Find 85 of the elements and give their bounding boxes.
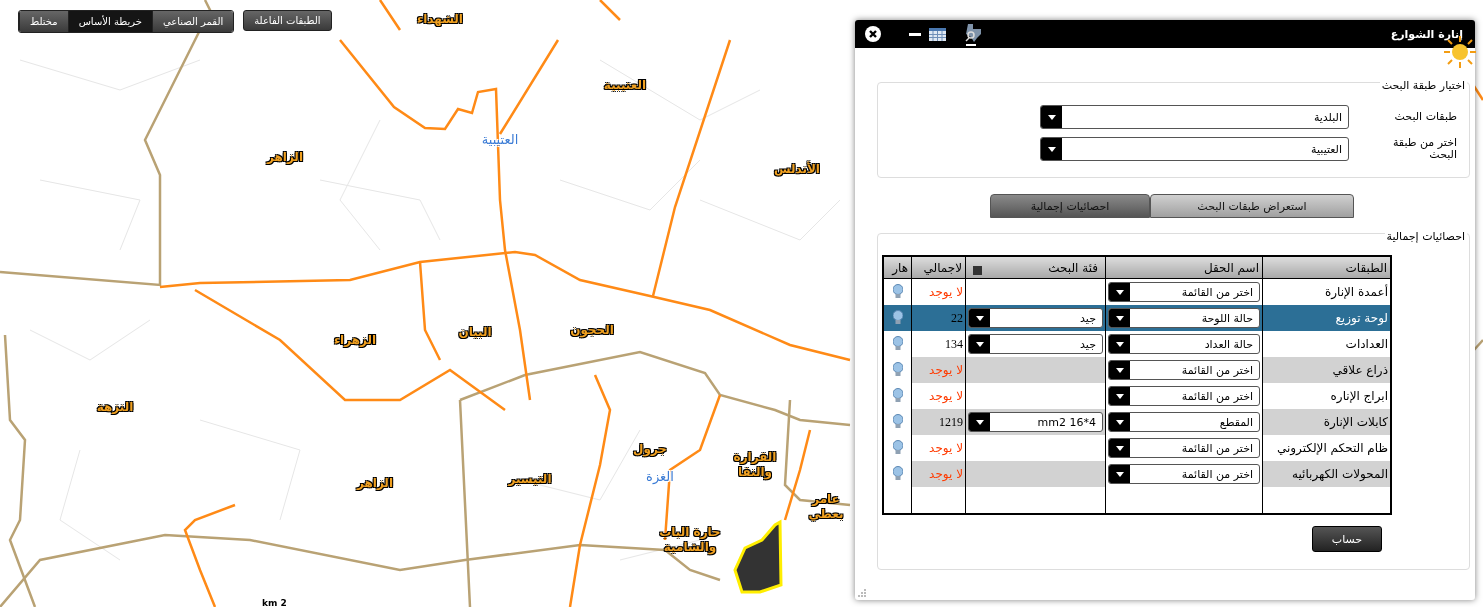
dropdown[interactable]: البلدية: [1040, 105, 1349, 129]
table-cell: المحولات الكهربائيه: [1292, 467, 1388, 481]
table-icon[interactable]: [929, 27, 946, 41]
light-bulb-icon[interactable]: [892, 465, 903, 480]
table-cell: لا يوجد: [929, 467, 963, 481]
light-bulb-icon[interactable]: [892, 283, 903, 298]
caret-icon[interactable]: [1047, 146, 1056, 152]
table-cell: كابلات الإنارة: [1323, 415, 1388, 429]
checkbox[interactable]: [973, 265, 982, 275]
light-bulb-icon[interactable]: [892, 309, 903, 324]
table-cell: لا يوجد: [929, 285, 963, 299]
caret-icon[interactable]: [1115, 445, 1124, 451]
table-cell: ذراع علاقي: [1332, 363, 1388, 377]
column-header: هار: [883, 256, 912, 279]
table-cell: لوحة توزيع: [1335, 311, 1388, 325]
table-cell: 22: [951, 310, 963, 325]
dropdown[interactable]: جيد: [968, 308, 1103, 328]
district-label: الزهراء: [332, 332, 378, 349]
table-cell: ظام التحكم الإلكتروني: [1276, 441, 1388, 455]
caret-icon[interactable]: [975, 341, 984, 347]
dropdown[interactable]: اختر من القائمة: [1108, 438, 1260, 458]
close-icon[interactable]: [865, 26, 881, 42]
dropdown[interactable]: اختر من القائمة: [1108, 386, 1260, 406]
field-label: اختر من طبقة البحث: [1391, 137, 1458, 161]
basemap-toggle[interactable]: خريطة الأساس: [67, 11, 152, 32]
group-legend: احصائيات إجمالية: [1384, 230, 1467, 243]
table-row[interactable]: ذراع علاقي اختر من القائمة لا يوجد: [883, 357, 1391, 383]
light-bulb-icon[interactable]: [892, 387, 903, 402]
district-label: القرارة والنقا: [732, 449, 778, 482]
column-header: اسم الحقل: [1105, 256, 1263, 279]
dropdown[interactable]: اختر من القائمة: [1108, 360, 1260, 380]
district-label: العتيبية: [602, 77, 648, 94]
district-label: جرول: [632, 441, 668, 459]
column-header: الطبقات: [1262, 256, 1391, 279]
column-header: فئة البحث: [1048, 260, 1098, 275]
field-label: طبقات البحث: [1393, 111, 1458, 123]
dropdown[interactable]: اختر من القائمة: [1108, 282, 1260, 302]
district-label: النزهة: [95, 399, 135, 416]
column-header: لاجمالي: [911, 256, 966, 279]
basemap-toggle[interactable]: مختلط: [19, 11, 68, 32]
table-cell: لا يوجد: [929, 441, 963, 455]
tab[interactable]: استعراض طبقات البحث: [1150, 194, 1354, 218]
table-cell: العدادات: [1345, 337, 1388, 351]
calculate-button[interactable]: حساب: [1312, 526, 1382, 552]
dropdown[interactable]: حالة اللوحة: [1108, 308, 1260, 328]
map-search-icon[interactable]: [964, 22, 982, 46]
table-row[interactable]: المحولات الكهربائيه اختر من القائمة لا يوجد: [883, 461, 1391, 487]
district-label: الشهداء: [416, 11, 464, 28]
district-label: الزاهر: [265, 149, 304, 166]
district-label: الحجون: [569, 322, 615, 340]
table-cell: لا يوجد: [929, 389, 963, 403]
district-label: التيسير: [507, 471, 553, 488]
dropdown[interactable]: المقطع: [1108, 412, 1260, 432]
group-legend: اختيار طبقة البحث: [1379, 79, 1467, 92]
resize-grip-icon[interactable]: [858, 589, 866, 597]
layers-button[interactable]: الطبقات الفاعلة: [243, 10, 332, 31]
dropdown[interactable]: mm2 16*4: [968, 412, 1103, 432]
dropdown[interactable]: العتيبية: [1040, 137, 1349, 161]
caret-icon[interactable]: [1115, 471, 1124, 477]
district-label: الزاهر: [355, 475, 394, 492]
table-cell: 134: [945, 336, 963, 351]
district-label: البيان: [457, 324, 493, 341]
caret-icon[interactable]: [975, 419, 984, 425]
light-bulb-icon[interactable]: [892, 335, 903, 350]
district-label: الأندلس: [773, 160, 821, 178]
table-cell: أعمدة الإنارة: [1324, 285, 1388, 299]
caret-icon[interactable]: [1115, 289, 1124, 295]
light-bulb-icon[interactable]: [892, 413, 903, 428]
table-cell: لا يوجد: [929, 363, 963, 377]
basemap-toggle[interactable]: القمر الصناعي: [152, 11, 234, 32]
caret-icon[interactable]: [1115, 315, 1124, 321]
caret-icon[interactable]: [1115, 341, 1124, 347]
caret-icon[interactable]: [975, 315, 984, 321]
caret-icon[interactable]: [1115, 367, 1124, 373]
scale-label: km 2: [262, 598, 287, 607]
caret-icon[interactable]: [1047, 114, 1056, 120]
dropdown[interactable]: جيد: [968, 334, 1103, 354]
dropdown[interactable]: اختر من القائمة: [1108, 464, 1260, 484]
table-cell: 1219: [939, 414, 963, 429]
light-bulb-icon[interactable]: [892, 439, 903, 454]
dropdown[interactable]: حالة العداد: [1108, 334, 1260, 354]
caret-icon[interactable]: [1115, 393, 1124, 399]
light-bulb-icon[interactable]: [892, 361, 903, 376]
caret-icon[interactable]: [1115, 419, 1124, 425]
table-cell: ابراج الإناره: [1330, 389, 1388, 403]
